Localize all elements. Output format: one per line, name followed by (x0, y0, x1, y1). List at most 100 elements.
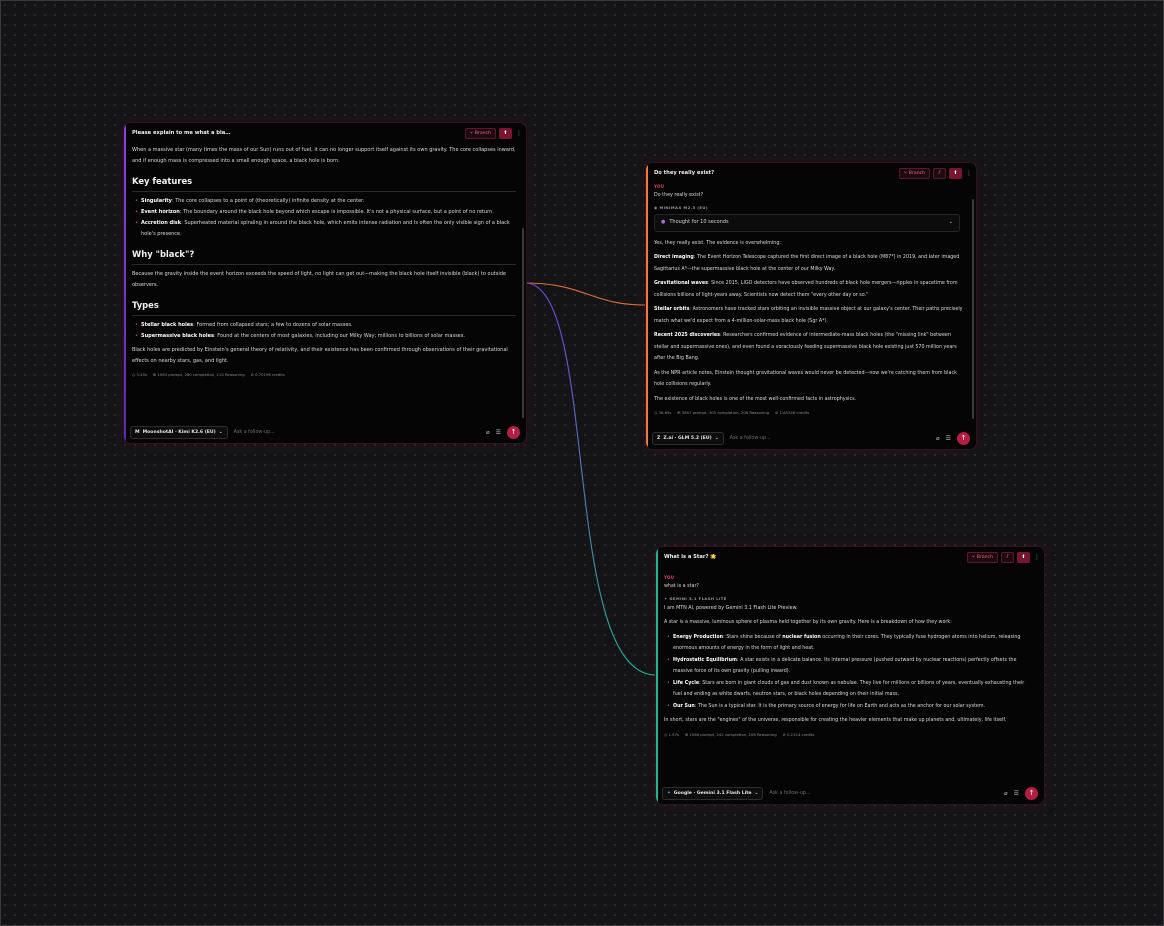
branch-icon: ⑂ (972, 555, 975, 560)
user-question: Do they really exist? (654, 193, 704, 198)
edge-card1-card3 (524, 282, 657, 676)
thought-toggle[interactable]: ● Thought for 10 seconds ⌄ (654, 213, 960, 232)
card-title: Do they really exist? (654, 170, 715, 176)
follow-up-input[interactable]: Ask a follow-up... (228, 430, 483, 435)
stats-button[interactable]: ⫽ (933, 167, 946, 179)
chevron-down-icon: ⌄ (948, 218, 953, 225)
why-paragraph: Because the gravity inside the event hor… (132, 271, 506, 288)
list-item: Event horizon: The boundary around the b… (135, 207, 516, 218)
chevron-down-icon: ⌄ (754, 790, 759, 796)
pin-button[interactable]: ⬆ (1017, 551, 1030, 563)
card-header[interactable]: What is a Star? 🌟 ⑂ Branch ⫽ ⬆ ⋮ (656, 547, 1044, 567)
branch-icon: ⑂ (470, 131, 473, 136)
pin-button[interactable]: ⬆ (949, 167, 962, 179)
send-button[interactable]: ↑ (957, 431, 970, 445)
card-footer: Z Z.ai · GLM 5.2 (EU) ⌄ Ask a follow-up...… (646, 427, 976, 449)
message-stats: ◷ 3.45s ⊞ 1064 prompt, 280 completion, 1… (132, 370, 516, 379)
answer-intro: Yes, they really exist. The evidence is … (654, 240, 782, 246)
user-label: YOU (654, 184, 665, 189)
list-item: Our Sun: The Sun is a typical star. It i… (667, 701, 1034, 713)
moonshot-icon: M (135, 429, 140, 435)
model-selector[interactable]: Z Z.ai · GLM 5.2 (EU) ⌄ (652, 431, 724, 445)
pin-button[interactable]: ⬆ (499, 127, 512, 139)
follow-up-input[interactable]: Ask a follow-up... (763, 791, 1001, 796)
branch-label: Branch (976, 554, 993, 560)
token-stat: ⊞ 3657 prompt, 305 completion, 206 Reaso… (677, 410, 770, 415)
card-footer: ✦ Google · Gemini 3.1 Flash Lite ⌄ Ask a f… (656, 782, 1044, 804)
answer-intro: When a massive star (many times the mass… (132, 147, 516, 164)
list-item: Supermassive black holes: Found at the c… (135, 331, 516, 342)
token-stat: ⊞ 1064 prompt, 280 completion, 114 Reaso… (152, 372, 245, 377)
more-options-icon[interactable]: ⋮ (516, 130, 522, 137)
send-button[interactable]: ↑ (1025, 786, 1038, 800)
heading-why-black: Why "black"? (132, 249, 195, 259)
attach-icon[interactable]: ⌀ (486, 429, 490, 436)
zai-icon: Z (657, 435, 661, 441)
settings-sliders-icon[interactable]: ☰ (496, 429, 501, 436)
model-selector[interactable]: ✦ Google · Gemini 3.1 Flash Lite ⌄ (662, 786, 764, 800)
branch-button[interactable]: ⑂ Branch (967, 551, 998, 563)
point-stellar-orbits: Stellar orbits: Astronomers have tracked… (654, 307, 963, 324)
heading-key-features: Key features (132, 176, 193, 186)
time-stat: ◷ 3.45s (132, 372, 147, 377)
arrow-up-icon: ↑ (1028, 789, 1035, 797)
credit-stat: ⊘ 1.65346 credits (775, 410, 810, 415)
model-selector[interactable]: M MoonshotAI · Kimi K2.6 (EU) ⌄ (130, 425, 228, 439)
divider (132, 191, 516, 192)
card-header[interactable]: Please explain to me what a bla… ⑂ Branch… (124, 123, 526, 143)
more-options-icon[interactable]: ⋮ (1034, 554, 1040, 561)
time-stat: ◷ 1.97s (664, 731, 679, 737)
settings-sliders-icon[interactable]: ☰ (946, 435, 951, 442)
user-question: what is a star? (664, 584, 699, 589)
list-item: Singularity: The core collapses to a poi… (135, 196, 516, 207)
answer-intro-1: I am MTN AI, powered by Gemini 3.1 Flash… (664, 605, 798, 611)
npr-paragraph: As the NPR article notes, Einstein thoug… (654, 370, 957, 388)
features-list: Singularity: The core collapses to a poi… (132, 196, 516, 240)
thought-label: Thought for 10 seconds (669, 218, 729, 225)
arrow-up-icon: ↑ (960, 434, 967, 442)
arrow-up-icon: ↑ (510, 428, 517, 436)
follow-up-input[interactable]: Ask a follow-up... (724, 436, 933, 441)
user-label: YOU (664, 575, 675, 580)
chart-icon: ⫽ (1006, 554, 1009, 560)
model-label: ✦ GEMINI 3.1 FLASH LITE (664, 595, 727, 601)
closing-paragraph: Black holes are predicted by Einstein's … (132, 347, 508, 364)
divider (132, 264, 516, 265)
settings-sliders-icon[interactable]: ☰ (1014, 790, 1019, 797)
brain-icon: ● (661, 218, 666, 225)
branch-button[interactable]: ⑂ Branch (899, 167, 930, 179)
branch-label: Branch (908, 170, 925, 176)
scrollbar[interactable] (522, 228, 524, 418)
card-header[interactable]: Do they really exist? ⑂ Branch ⫽ ⬆ ⋮ (646, 163, 976, 183)
point-direct-imaging: Direct imaging: The Event Horizon Telesc… (654, 255, 960, 272)
credit-stat: ⊘ 0.2114 credits (782, 731, 815, 737)
time-stat: ◷ 36.65s (654, 410, 672, 415)
chat-card-do-they-exist[interactable]: Do they really exist? ⑂ Branch ⫽ ⬆ ⋮ YOU … (645, 162, 977, 450)
token-stat: ⊞ 1566 prompt, 241 completion, 206 Reaso… (684, 731, 777, 737)
card-title: Please explain to me what a bla… (132, 130, 231, 136)
chat-card-black-hole[interactable]: Please explain to me what a bla… ⑂ Branch… (123, 122, 527, 444)
message-stats: ◷ 36.65s ⊞ 3657 prompt, 305 completion, … (654, 408, 966, 417)
send-button[interactable]: ↑ (507, 425, 520, 439)
chart-icon: ⫽ (938, 170, 941, 176)
attach-icon[interactable]: ⌀ (936, 435, 940, 442)
card-footer: M MoonshotAI · Kimi K2.6 (EU) ⌄ Ask a foll… (124, 421, 526, 443)
branch-button[interactable]: ⑂ Branch (465, 127, 496, 139)
stats-button[interactable]: ⫽ (1001, 551, 1014, 563)
divider (132, 315, 516, 316)
chat-card-what-is-star[interactable]: What is a Star? 🌟 ⑂ Branch ⫽ ⬆ ⋮ YOU what… (655, 546, 1045, 805)
more-options-icon[interactable]: ⋮ (966, 170, 972, 177)
pin-icon: ⬆ (953, 170, 958, 176)
branch-icon: ⑂ (904, 171, 907, 176)
point-grav-waves: Gravitational waves: Since 2015, LIGO de… (654, 281, 958, 298)
point-recent-discoveries: Recent 2025 discoveries: Researchers con… (654, 333, 957, 361)
scrollbar[interactable] (972, 199, 974, 419)
closing-paragraph: In short, stars are the "engines" of the… (664, 718, 1007, 723)
pin-icon: ⬆ (503, 130, 508, 136)
list-item: Accretion disk: Superheated material spi… (135, 218, 516, 240)
heading-types: Types (132, 300, 159, 310)
branch-label: Branch (474, 130, 491, 136)
model-label: ◉ MINIMAX M2.5 (EU) (654, 204, 708, 210)
attach-icon[interactable]: ⌀ (1004, 790, 1008, 797)
gemini-icon: ✦ (664, 595, 668, 601)
